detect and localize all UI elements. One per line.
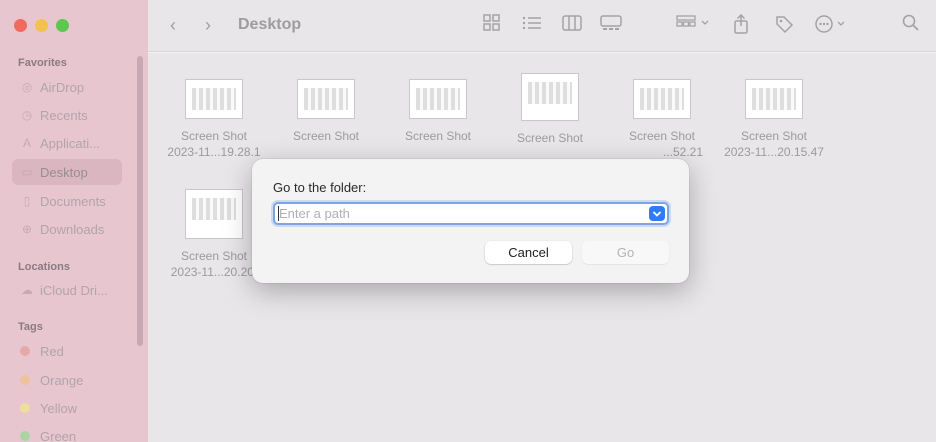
chevron-down-icon [652, 210, 662, 217]
sidebar-item-tag-yellow[interactable]: Yellow [12, 395, 122, 421]
download-icon: ⊕ [21, 222, 33, 236]
icon-view-icon[interactable] [482, 14, 502, 37]
sidebar-item-downloads[interactable]: ⊕ Downloads [12, 216, 122, 242]
tag-color-dot [20, 346, 30, 356]
sidebar-item-label: iCloud Dri... [40, 282, 108, 298]
path-dropdown-button[interactable] [649, 206, 665, 221]
sidebar-scrollbar[interactable] [137, 56, 143, 346]
desktop-icon: ▭ [21, 165, 33, 179]
file-name-line1: Screen Shot [628, 129, 696, 143]
sidebar-item-label: Downloads [40, 221, 105, 237]
sidebar-item-label: Red [40, 343, 64, 359]
document-icon: ▯ [23, 194, 31, 208]
file-thumbnail [745, 79, 803, 119]
file-name-line1: Screen Shot [404, 129, 472, 143]
file-thumbnail [185, 79, 243, 119]
file-name-line2: 2023-11...20.15.47 [724, 145, 824, 159]
tag-color-dot [20, 403, 30, 413]
dialog-title: Go to the folder: [273, 180, 367, 195]
file-name-line1: Screen Shot [292, 129, 360, 143]
sidebar-item-desktop[interactable]: ▭ Desktop [12, 159, 122, 185]
sidebar-section-tags: Tags [18, 321, 43, 333]
clock-icon: ◷ [21, 108, 33, 122]
file-thumbnail [185, 189, 243, 239]
go-to-folder-dialog: Go to the folder: Cancel Go [252, 159, 689, 283]
minimize-window-button[interactable] [35, 19, 48, 32]
sidebar-item-applications[interactable]: A Applicati... [12, 130, 122, 156]
sidebar-item-label: Desktop [40, 164, 88, 180]
path-field[interactable] [273, 202, 669, 225]
tag-color-dot [20, 431, 30, 441]
gallery-view-icon[interactable] [600, 14, 622, 37]
window-title: Desktop [238, 16, 302, 33]
file-item[interactable]: Screen Shot [383, 53, 493, 144]
airdrop-icon: ◎ [21, 80, 33, 94]
file-item[interactable]: Screen Shot [271, 53, 381, 144]
cloud-icon: ☁ [21, 283, 33, 297]
file-thumbnail [633, 79, 691, 119]
sidebar-section-locations: Locations [18, 261, 70, 273]
file-name-line1: Screen Shot [516, 131, 584, 145]
file-item[interactable]: Screen Shot [495, 47, 605, 146]
sidebar: Favorites ◎ AirDrop ◷ Recents A Applicat… [0, 0, 148, 442]
sidebar-item-tag-green[interactable]: Green [12, 423, 122, 442]
share-icon[interactable] [732, 13, 750, 39]
file-name-line2: ...52.21 [662, 145, 703, 159]
file-item[interactable]: Screen Shot 2023-11...19.28.1 [159, 53, 269, 160]
sidebar-item-label: Orange [40, 372, 84, 388]
sidebar-item-label: Applicati... [40, 135, 100, 151]
file-thumbnail [297, 79, 355, 119]
sidebar-item-recents[interactable]: ◷ Recents [12, 102, 122, 128]
zoom-window-button[interactable] [56, 19, 69, 32]
window-controls [14, 19, 69, 32]
sidebar-item-tag-orange[interactable]: Orange [12, 367, 122, 393]
sidebar-item-label: Green [40, 428, 77, 442]
applications-icon: A [22, 136, 31, 150]
file-item[interactable]: Screen Shot ...52.21 [607, 53, 717, 160]
sidebar-item-documents[interactable]: ▯ Documents [12, 188, 122, 214]
tag-icon[interactable] [774, 14, 794, 39]
cancel-button[interactable]: Cancel [485, 241, 572, 264]
forward-icon[interactable]: › [205, 14, 211, 36]
file-thumbnail [521, 73, 579, 121]
sidebar-item-icloud[interactable]: ☁ iCloud Dri... [12, 277, 122, 303]
file-thumbnail [409, 79, 467, 119]
file-name-line1: Screen Shot [740, 129, 808, 143]
file-name-line1: Screen Shot [180, 129, 248, 143]
path-input[interactable] [279, 205, 639, 222]
tag-color-dot [20, 375, 30, 385]
column-view-icon[interactable] [562, 14, 582, 37]
group-icon[interactable] [676, 14, 712, 37]
sidebar-section-favorites: Favorites [18, 57, 67, 69]
sidebar-item-airdrop[interactable]: ◎ AirDrop [12, 74, 122, 100]
file-item[interactable]: Screen Shot 2023-11...20.15.47 [719, 53, 829, 160]
go-button[interactable]: Go [582, 241, 669, 264]
more-actions-icon[interactable] [814, 14, 850, 39]
sidebar-item-label: AirDrop [40, 79, 85, 95]
close-window-button[interactable] [14, 19, 27, 32]
sidebar-item-tag-red[interactable]: Red [12, 338, 122, 364]
search-icon[interactable] [902, 14, 920, 37]
back-icon[interactable]: ‹ [170, 14, 176, 36]
list-view-icon[interactable] [522, 14, 542, 37]
file-name-line2: 2023-11...19.28.1 [167, 145, 261, 159]
sidebar-item-label: Documents [40, 193, 106, 209]
sidebar-item-label: Yellow [40, 400, 78, 416]
toolbar: ‹ › Desktop [148, 0, 936, 52]
sidebar-item-label: Recents [40, 107, 88, 123]
